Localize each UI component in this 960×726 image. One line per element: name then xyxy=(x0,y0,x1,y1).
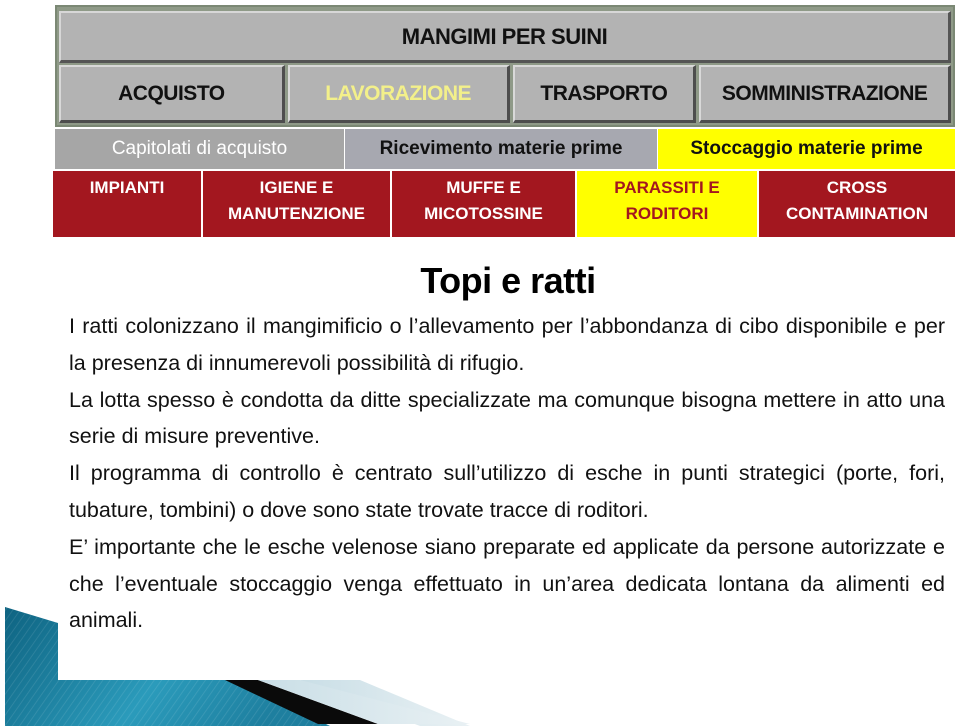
category-line1: CROSS xyxy=(826,178,888,197)
category-igiene-manutenzione[interactable]: IGIENE E MANUTENZIONE xyxy=(203,171,390,237)
subprocess-row: Capitolati di acquisto Ricevimento mater… xyxy=(55,129,955,169)
category-row: IMPIANTI IGIENE E MANUTENZIONE MUFFE E M… xyxy=(53,171,955,237)
category-line1: IGIENE E xyxy=(259,178,334,197)
paragraph: I ratti colonizzano il mangimificio o l’… xyxy=(69,314,945,375)
paragraph: E’ importante che le esche velenose sian… xyxy=(69,534,945,633)
tab-somministrazione[interactable]: SOMMINISTRAZIONE xyxy=(699,65,952,123)
tab-trasporto[interactable]: TRASPORTO xyxy=(512,65,697,123)
category-cross-contamination[interactable]: CROSS CONTAMINATION xyxy=(759,171,955,237)
banner-title: MANGIMI PER SUINI xyxy=(59,11,951,63)
category-muffe-micotossine[interactable]: MUFFE E MICOTOSSINE xyxy=(392,171,575,237)
category-line1: IMPIANTI xyxy=(89,178,165,197)
paragraph: La lotta spesso è condotta da ditte spec… xyxy=(69,387,945,449)
slide-content: Topi e ratti I ratti colonizzano il mang… xyxy=(58,240,960,680)
tab-acquisto[interactable]: ACQUISTO xyxy=(59,65,285,123)
page-title: Topi e ratti xyxy=(420,260,596,301)
category-line2: RODITORI xyxy=(625,204,709,223)
category-impianti[interactable]: IMPIANTI xyxy=(53,171,201,237)
subtab-ricevimento[interactable]: Ricevimento materie prime xyxy=(345,129,658,169)
category-parassiti-roditori[interactable]: PARASSITI E RODITORI xyxy=(577,171,757,237)
category-line2: CONTAMINATION xyxy=(786,204,928,223)
subtab-capitolati[interactable]: Capitolati di acquisto xyxy=(55,129,345,169)
tab-lavorazione[interactable]: LAVORAZIONE xyxy=(287,65,510,123)
category-line2: MANUTENZIONE xyxy=(228,204,365,223)
body-text: I ratti colonizzano il mangimificio o l’… xyxy=(69,308,945,639)
header-banner: MANGIMI PER SUINI ACQUISTO LAVORAZIONE T… xyxy=(55,5,955,127)
paragraph: Il programma di controllo è centrato sul… xyxy=(69,461,945,522)
category-line2: MICOTOSSINE xyxy=(424,204,543,223)
category-line1: MUFFE E xyxy=(446,178,521,197)
process-tabs: ACQUISTO LAVORAZIONE TRASPORTO SOMMINIST… xyxy=(59,65,952,125)
category-line1: PARASSITI E xyxy=(614,178,720,197)
subtab-stoccaggio[interactable]: Stoccaggio materie prime xyxy=(658,129,955,169)
